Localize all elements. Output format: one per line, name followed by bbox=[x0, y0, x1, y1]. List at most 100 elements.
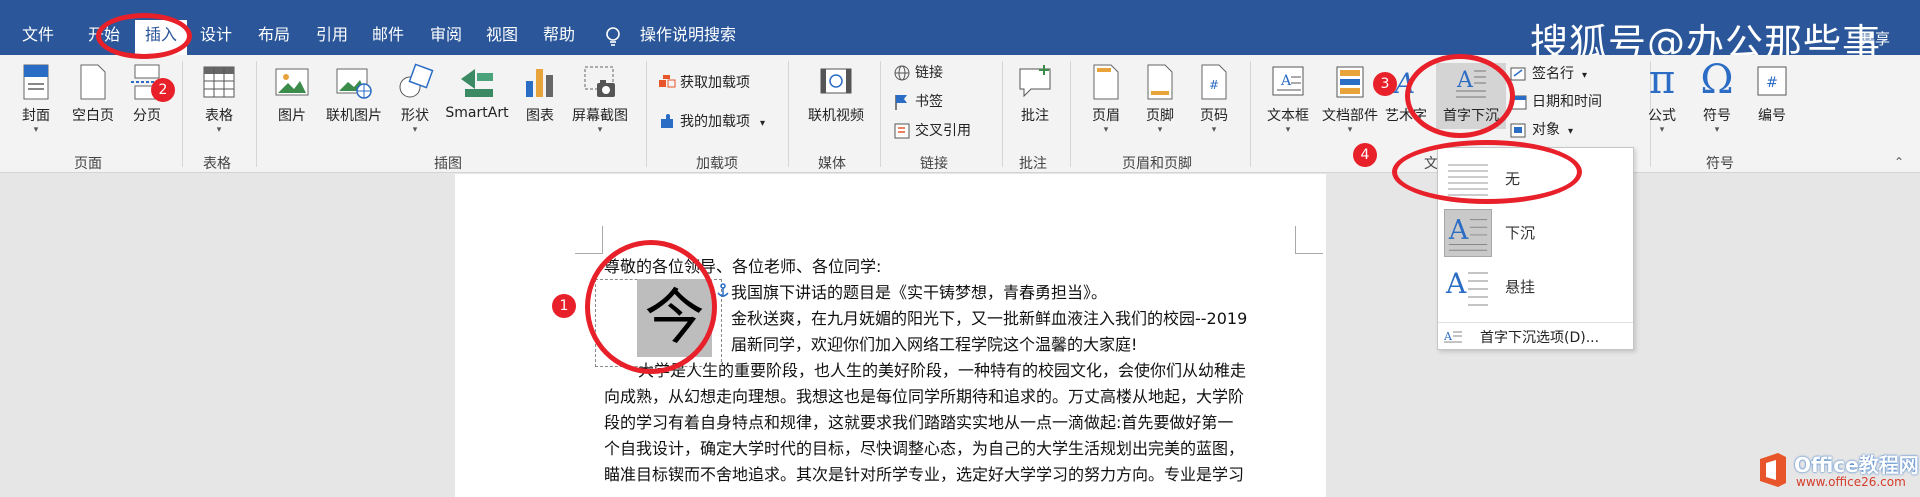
group-label-comments: 批注 bbox=[1019, 156, 1047, 172]
collapse-ribbon-icon[interactable]: ⌃ bbox=[1894, 151, 1904, 173]
group-label-illustrations: 插图 bbox=[434, 156, 462, 172]
office-logo-watermark: Office教程网 www.office26.com bbox=[1754, 447, 1919, 493]
chevron-down-icon: ▾ bbox=[33, 125, 39, 135]
chart-button[interactable]: 图表 bbox=[518, 63, 562, 125]
group-label-addins: 加载项 bbox=[696, 156, 738, 172]
annotation-ring-insert-tab bbox=[96, 13, 192, 59]
tab-help[interactable]: 帮助 bbox=[543, 24, 575, 46]
chevron-down-icon: ▾ bbox=[760, 118, 766, 129]
cross-reference-button[interactable]: 交叉引用 bbox=[893, 120, 971, 142]
annotation-ring-none-option bbox=[1392, 140, 1582, 204]
group-label-links: 链接 bbox=[920, 156, 948, 172]
drop-cap-in-margin-icon: A bbox=[1445, 267, 1488, 306]
group-label-header-footer: 页眉和页脚 bbox=[1122, 156, 1192, 172]
screenshot-icon bbox=[584, 66, 615, 97]
step-badge: 3 bbox=[1373, 72, 1397, 96]
chevron-down-icon: ▾ bbox=[1714, 125, 1720, 135]
chevron-down-icon: ▾ bbox=[216, 125, 222, 135]
pictures-button[interactable]: 图片 bbox=[270, 63, 314, 125]
table-button[interactable]: 表格 ▾ bbox=[196, 63, 242, 135]
paragraph-line[interactable]: 段的学习有着自身特点和规律，这就要求我们踏踏实实地从一点一滴做起:首先要做好第一 bbox=[604, 410, 1233, 436]
my-addins-button[interactable]: 我的加载项 ▾ bbox=[658, 111, 765, 133]
footer-button[interactable]: 页脚 ▾ bbox=[1138, 63, 1182, 135]
link-button[interactable]: 链接 bbox=[893, 62, 943, 84]
paragraph-line[interactable]: 金秋送爽，在九月妩媚的阳光下，又一批新鲜血液注入我们的校园--2019 bbox=[731, 306, 1247, 332]
tab-view[interactable]: 视图 bbox=[486, 24, 518, 46]
chevron-down-icon: ▾ bbox=[1285, 125, 1291, 135]
lightbulb-icon bbox=[606, 27, 620, 46]
get-addins-button[interactable]: 获取加载项 bbox=[658, 72, 750, 94]
header-button[interactable]: 页眉 ▾ bbox=[1084, 63, 1128, 135]
smartart-icon bbox=[461, 69, 493, 97]
paragraph-line[interactable]: 大学是人生的重要阶段，也人生的美好阶段，一种特有的校园文化，会使你们从幼稚走 bbox=[638, 358, 1246, 384]
chevron-down-icon: ▾ bbox=[1347, 125, 1353, 135]
drop-cap-dropped-icon: A bbox=[1444, 209, 1492, 257]
bar-chart-icon bbox=[526, 69, 553, 97]
anchor-icon bbox=[717, 283, 729, 297]
share-button[interactable]: 共享 bbox=[1860, 28, 1890, 49]
drop-cap-options-link[interactable]: A 首字下沉选项(D)... bbox=[1438, 322, 1633, 348]
header-icon bbox=[1093, 64, 1119, 100]
svg-text:A: A bbox=[1445, 267, 1467, 300]
group-divider bbox=[256, 61, 257, 167]
object-icon bbox=[1510, 123, 1526, 138]
cover-page-icon bbox=[23, 64, 49, 100]
cover-page-button[interactable]: 封面 ▾ bbox=[14, 63, 58, 135]
tab-file[interactable]: 文件 bbox=[22, 24, 54, 46]
date-time-button[interactable]: 日期和时间 bbox=[1510, 91, 1602, 113]
smartart-button[interactable]: SmartArt bbox=[442, 63, 512, 121]
bookmark-button[interactable]: 书签 bbox=[893, 91, 943, 113]
globe-link-icon bbox=[894, 65, 910, 81]
paragraph-line[interactable]: 届新同学，欢迎你们加入网络工程学院这个温馨的大家庭! bbox=[731, 332, 1137, 358]
office-logo-icon bbox=[1760, 453, 1786, 487]
drop-cap-option-dropped[interactable]: A 下沉 bbox=[1438, 206, 1633, 260]
symbol-button[interactable]: Ω 符号 ▾ bbox=[1695, 59, 1739, 135]
group-label-media: 媒体 bbox=[818, 156, 846, 172]
numbering-button[interactable]: # 编号 bbox=[1750, 63, 1794, 125]
page-number-button[interactable]: # 页码 ▾ bbox=[1192, 63, 1236, 135]
puzzle-icon bbox=[661, 114, 673, 128]
signature-line-button[interactable]: 签名行 ▾ bbox=[1510, 63, 1587, 85]
tab-layout[interactable]: 布局 bbox=[258, 24, 290, 46]
group-divider bbox=[1250, 61, 1251, 167]
quick-parts-icon bbox=[1336, 66, 1364, 98]
tab-references[interactable]: 引用 bbox=[316, 24, 348, 46]
quick-parts-button[interactable]: 文档部件 ▾ bbox=[1320, 63, 1380, 135]
svg-text:A: A bbox=[1448, 215, 1469, 246]
tell-me-search[interactable]: 操作说明搜索 bbox=[640, 24, 736, 46]
drop-cap-options-icon: A bbox=[1444, 330, 1462, 343]
svg-text:A: A bbox=[1444, 330, 1453, 343]
comment-button[interactable]: 批注 bbox=[1013, 63, 1057, 125]
tab-review[interactable]: 审阅 bbox=[430, 24, 462, 46]
paragraph-line[interactable]: 我国旗下讲话的题目是《实干铸梦想，青春勇担当》。 bbox=[731, 280, 1107, 306]
step-badge: 2 bbox=[151, 78, 175, 102]
svg-text:#: # bbox=[1766, 75, 1778, 91]
online-pictures-button[interactable]: 联机图片 bbox=[320, 63, 388, 125]
equation-button[interactable]: π 公式 ▾ bbox=[1640, 59, 1684, 135]
tab-design[interactable]: 设计 bbox=[200, 24, 232, 46]
group-divider bbox=[1002, 61, 1003, 167]
video-icon bbox=[820, 68, 852, 94]
blank-page-button[interactable]: 空白页 bbox=[66, 63, 120, 125]
paragraph-line[interactable]: 个自我设计，确定大学时代的目标，尽快调整心态，为自己的大学生活规划出完美的蓝图， bbox=[604, 436, 1244, 462]
chevron-down-icon: ▾ bbox=[1568, 126, 1574, 137]
chevron-down-icon: ▾ bbox=[1157, 125, 1163, 135]
tab-mailings[interactable]: 邮件 bbox=[372, 24, 404, 46]
drop-cap-option-in-margin[interactable]: A 悬挂 bbox=[1438, 260, 1633, 314]
chevron-down-icon: ▾ bbox=[1582, 70, 1588, 81]
annotation-ring-drop-cap-button bbox=[1405, 54, 1515, 138]
screenshot-button[interactable]: 屏幕截图 ▾ bbox=[566, 63, 634, 135]
online-video-button[interactable]: 联机视频 bbox=[800, 63, 872, 125]
shapes-button[interactable]: 形状 ▾ bbox=[393, 63, 437, 135]
paragraph-line[interactable]: 向成熟，从幻想走向理想。我想这也是每位同学所期待和追求的。万丈高楼从地起，大学阶 bbox=[604, 384, 1244, 410]
picture-icon bbox=[275, 68, 309, 96]
step-badge: 1 bbox=[552, 294, 576, 318]
group-divider bbox=[1070, 61, 1071, 167]
group-divider bbox=[646, 61, 647, 167]
group-label-tables: 表格 bbox=[203, 156, 231, 172]
object-button[interactable]: 对象 ▾ bbox=[1510, 119, 1573, 141]
group-divider bbox=[788, 61, 789, 167]
paragraph-line[interactable]: 瞄准目标锲而不舍地追求。其次是针对所学专业，选定好大学学习的努力方向。专业是学习 bbox=[604, 462, 1244, 488]
textbox-button[interactable]: A 文本框 ▾ bbox=[1262, 63, 1314, 135]
omega-icon: Ω bbox=[1700, 57, 1734, 103]
